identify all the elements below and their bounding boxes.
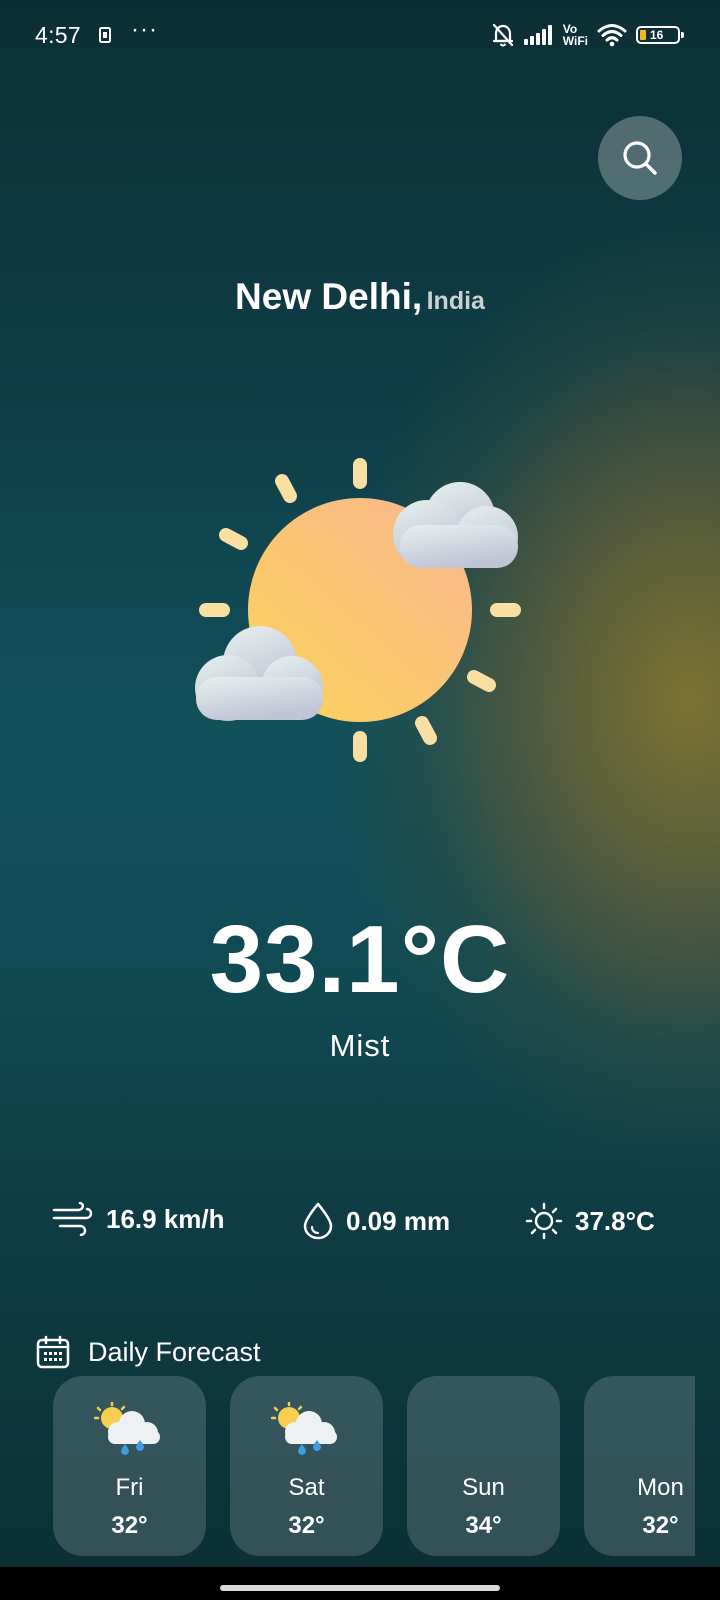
forecast-card-mon[interactable]: Mon 32° xyxy=(584,1376,695,1556)
current-temperature: 33.1°C xyxy=(209,906,511,1013)
feels-like-stat: 37.8°C xyxy=(525,1202,655,1240)
vowifi-line2: WiFi xyxy=(562,34,588,48)
feels-like-temperature: 37.8°C xyxy=(575,1205,655,1236)
weather-condition: Mist xyxy=(329,1028,391,1063)
wind-speed: 16.9 km/h xyxy=(106,1203,225,1234)
search-button[interactable] xyxy=(598,116,682,200)
forecast-day: Fri xyxy=(115,1474,144,1501)
forecast-temp: 32° xyxy=(111,1512,148,1539)
forecast-card-sat[interactable]: Sat 32° xyxy=(230,1376,383,1556)
calendar-icon xyxy=(36,1335,70,1369)
sun-cloud-rain-icon xyxy=(271,1402,337,1455)
battery-icon: 16 xyxy=(636,26,684,44)
search-icon xyxy=(623,141,657,175)
wifi-icon xyxy=(597,24,627,47)
drop-icon xyxy=(303,1202,333,1240)
sun-cloud-rain-icon xyxy=(94,1402,160,1455)
forecast-list[interactable]: Fri 32° Sat 32° Sun 34° Mon 32° xyxy=(53,1376,695,1556)
forecast-card-fri[interactable]: Fri 32° xyxy=(53,1376,206,1556)
navigation-bar xyxy=(0,1567,720,1600)
forecast-day: Sat xyxy=(288,1474,325,1501)
location-country: India xyxy=(426,287,485,315)
status-icons: Vo WiFi 16 xyxy=(491,20,684,50)
forecast-header: Daily Forecast xyxy=(36,1335,261,1369)
forecast-day: Sun xyxy=(462,1474,505,1501)
home-indicator[interactable] xyxy=(220,1585,500,1591)
status-bar: 4:57 ··· Vo WiFi 16 xyxy=(0,0,720,72)
forecast-day: Mon xyxy=(637,1474,684,1501)
battery-level: 16 xyxy=(650,28,664,42)
sun-icon xyxy=(525,1202,563,1240)
location-city: New Delhi, xyxy=(235,276,423,317)
wind-icon xyxy=(52,1202,93,1236)
sun-behind-clouds-icon xyxy=(195,458,521,762)
forecast-temp: 32° xyxy=(288,1512,325,1539)
signal-icon xyxy=(523,25,552,45)
precipitation-stat: 0.09 mm xyxy=(302,1202,450,1240)
precipitation-amount: 0.09 mm xyxy=(346,1205,451,1236)
forecast-card-sun[interactable]: Sun 34° xyxy=(407,1376,560,1556)
vowifi-icon: Vo WiFi xyxy=(563,23,588,47)
forecast-title: Daily Forecast xyxy=(88,1336,261,1367)
more-notifications-icon: ··· xyxy=(131,16,158,43)
bell-muted-icon xyxy=(492,23,513,47)
sim-card-icon xyxy=(99,27,111,43)
status-time: 4:57 xyxy=(35,22,81,48)
forecast-temp: 32° xyxy=(642,1512,679,1539)
forecast-temp: 34° xyxy=(465,1512,502,1539)
location-title: New Delhi, India xyxy=(0,276,720,318)
wind-stat: 16.9 km/h xyxy=(52,1202,225,1236)
